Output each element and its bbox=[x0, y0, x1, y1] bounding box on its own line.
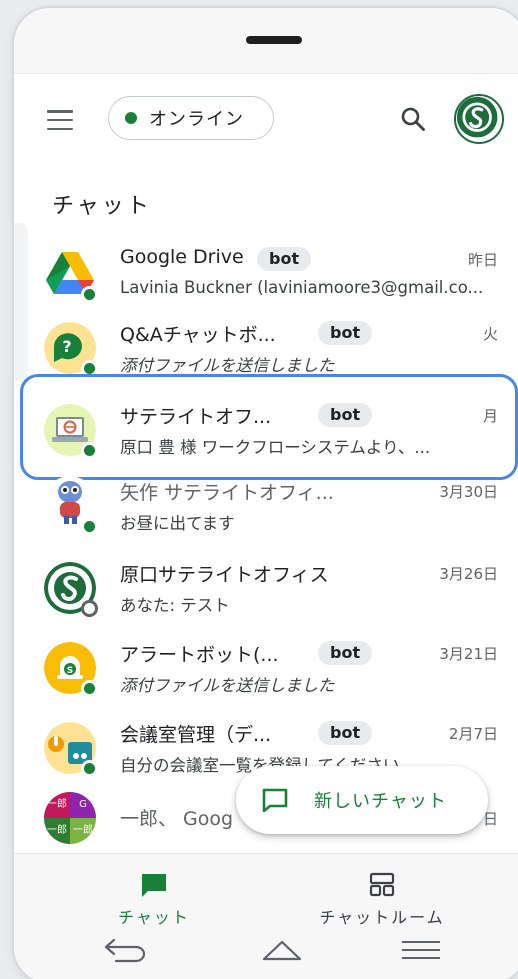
home-icon[interactable] bbox=[260, 937, 304, 963]
account-avatar[interactable] bbox=[454, 94, 504, 144]
presence-online-icon bbox=[81, 286, 98, 303]
new-chat-label: 新しいチャット bbox=[314, 791, 447, 812]
bot-badge: bot bbox=[257, 247, 312, 271]
svg-text:S: S bbox=[67, 666, 73, 676]
presence-online-icon bbox=[81, 760, 98, 777]
bot-badge: bot bbox=[318, 641, 373, 665]
presence-online-icon bbox=[81, 680, 98, 697]
chat-name: 一郎、 Goog bbox=[120, 808, 234, 830]
chat-row-yahagi[interactable]: 矢作 サテライトオフィ... 3月30日 お昼に出てます bbox=[14, 476, 518, 564]
speaker-notch bbox=[246, 36, 302, 44]
chat-date: 3月21日 bbox=[439, 645, 498, 663]
chat-date: 昨日 bbox=[467, 251, 498, 269]
back-arrow-icon[interactable] bbox=[102, 937, 148, 963]
chat-preview: Lavinia Buckner (laviniamoore3@gmail.co.… bbox=[120, 278, 484, 297]
chat-row-google-drive[interactable]: Google Drive bot 昨日 Lavinia Buckner (lav… bbox=[14, 244, 518, 326]
online-status-dot bbox=[125, 112, 137, 124]
chat-row-haraguchi-office[interactable]: 原口サテライトオフィス 3月26日 あなた: テスト bbox=[14, 558, 518, 640]
nav-chat[interactable]: チャット bbox=[109, 872, 199, 928]
status-selector[interactable]: オンライン bbox=[108, 96, 274, 140]
svg-text:?: ? bbox=[62, 337, 71, 356]
group-tile: 一郎 bbox=[44, 792, 70, 818]
chat-name: 矢作 サテライトオフィ... bbox=[120, 482, 334, 504]
chat-row-alert-bot[interactable]: S アラートボット(... bot 3月21日 添付ファイルを送信しました bbox=[14, 638, 518, 720]
chat-name: 会議室管理（デ... bbox=[120, 724, 272, 746]
chat-name: アラートボット(... bbox=[120, 644, 279, 666]
chat-preview: あなた: テスト bbox=[120, 596, 230, 615]
bot-badge: bot bbox=[318, 321, 373, 345]
status-label: オンライン bbox=[149, 109, 244, 130]
chat-preview: お昼に出てます bbox=[120, 514, 235, 533]
section-title: チャット bbox=[52, 194, 152, 219]
chat-name: Google Drive bbox=[120, 246, 244, 268]
chat-name: Q&Aチャットボ... bbox=[120, 324, 276, 346]
chat-bubble-icon bbox=[142, 874, 166, 897]
chat-name: 原口サテライトオフィス bbox=[120, 564, 329, 586]
nav-rooms-label: チャットルーム bbox=[319, 908, 445, 927]
app-bar: オンライン bbox=[14, 94, 518, 150]
chat-preview: 添付ファイルを送信しました bbox=[120, 676, 335, 695]
group-tile: 一郎 bbox=[44, 818, 70, 844]
rooms-grid-icon bbox=[369, 872, 395, 897]
bot-badge: bot bbox=[318, 721, 373, 745]
selection-highlight bbox=[20, 374, 518, 480]
group-avatar: 一郎 G 一郎 一郎 bbox=[44, 792, 96, 844]
new-chat-button[interactable]: 新しいチャット bbox=[236, 766, 488, 834]
system-navigation-bar bbox=[14, 933, 518, 973]
chat-preview: 添付ファイルを送信しました bbox=[120, 356, 335, 375]
group-tile: 一郎 bbox=[70, 818, 96, 844]
menu-icon[interactable] bbox=[47, 110, 73, 130]
chat-date: 3月26日 bbox=[439, 565, 498, 583]
nav-chat-rooms[interactable]: チャットルーム bbox=[312, 872, 452, 928]
chat-date: 3月30日 bbox=[439, 483, 498, 501]
search-icon[interactable] bbox=[400, 106, 426, 132]
status-bar bbox=[14, 8, 518, 74]
chat-date: 火 bbox=[482, 325, 498, 343]
nav-chat-label: チャット bbox=[118, 908, 190, 927]
chat-date: 2月7日 bbox=[448, 725, 498, 743]
phone-frame: オンライン チャット Google Drive bot 昨日 Lavinia B… bbox=[14, 8, 518, 979]
presence-online-icon bbox=[81, 518, 98, 535]
group-tile: G bbox=[70, 792, 96, 818]
recent-apps-icon[interactable] bbox=[402, 941, 440, 959]
presence-away-icon bbox=[81, 600, 98, 617]
chat-bubble-outline-icon bbox=[262, 788, 288, 812]
